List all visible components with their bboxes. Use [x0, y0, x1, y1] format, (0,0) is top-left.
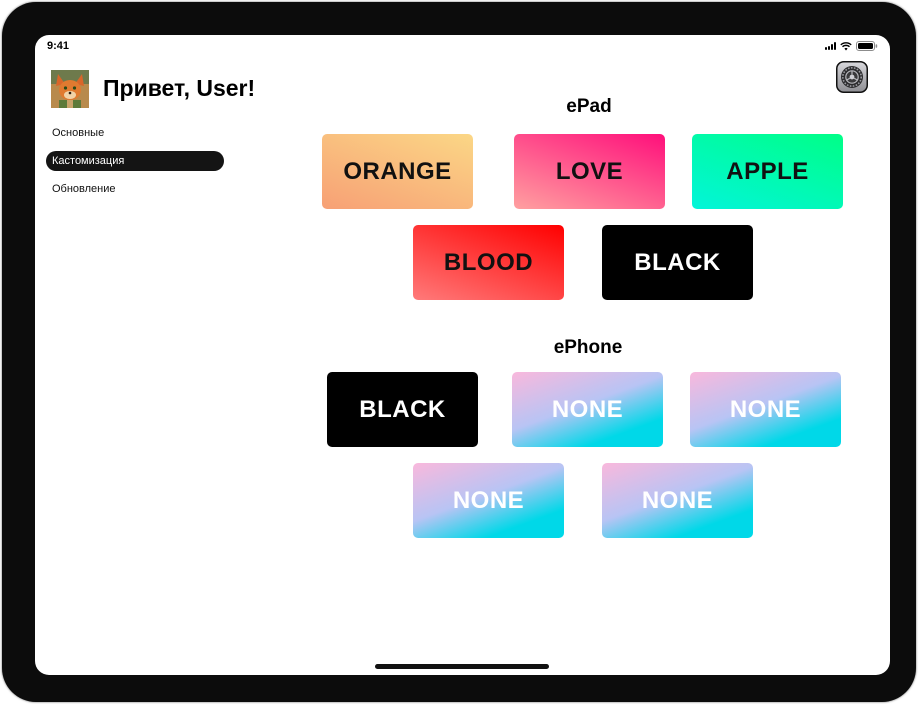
- screen: 9:41 Привет, User! Основные Кастомизация…: [35, 35, 890, 675]
- theme-tile-ephone-none-1[interactable]: NONE: [512, 372, 663, 447]
- theme-tile-epad-love[interactable]: LOVE: [514, 134, 665, 209]
- theme-tile-label: NONE: [641, 486, 714, 514]
- theme-tile-label: LOVE: [555, 157, 624, 185]
- wifi-icon: [840, 41, 852, 51]
- theme-tile-epad-apple[interactable]: APPLE: [692, 134, 843, 209]
- theme-tile-label: BLOOD: [443, 248, 534, 276]
- theme-tile-label: NONE: [452, 486, 525, 514]
- home-indicator[interactable]: [375, 664, 549, 669]
- gear-icon: [836, 61, 868, 93]
- section-title-epad: ePad: [566, 96, 612, 117]
- theme-tile-label: ORANGE: [343, 157, 452, 185]
- theme-tile-ephone-black[interactable]: BLACK: [327, 372, 478, 447]
- status-indicators: [825, 41, 878, 51]
- avatar: [51, 70, 89, 108]
- theme-tile-label: APPLE: [726, 157, 809, 185]
- section-title-ephone: ePhone: [553, 337, 623, 358]
- battery-icon: [856, 41, 878, 51]
- sidebar-item-update[interactable]: Обновление: [46, 179, 224, 199]
- theme-tile-ephone-none-2[interactable]: NONE: [690, 372, 841, 447]
- theme-tile-label: BLACK: [634, 248, 721, 276]
- theme-tile-epad-orange[interactable]: ORANGE: [322, 134, 473, 209]
- sidebar-item-customization[interactable]: Кастомизация: [46, 151, 224, 171]
- sidebar: Основные Кастомизация Обновление: [46, 123, 224, 207]
- theme-tile-ephone-none-3[interactable]: NONE: [413, 463, 564, 538]
- theme-tile-label: NONE: [729, 395, 802, 423]
- ipad-frame: 9:41 Привет, User! Основные Кастомизация…: [2, 2, 916, 702]
- theme-tile-label: NONE: [551, 395, 624, 423]
- theme-tile-label: BLACK: [359, 395, 446, 423]
- theme-tile-ephone-none-4[interactable]: NONE: [602, 463, 753, 538]
- page-title: Привет, User!: [103, 75, 256, 101]
- theme-tile-epad-blood[interactable]: BLOOD: [413, 225, 564, 300]
- signal-icon: [825, 42, 836, 50]
- status-time: 9:41: [47, 40, 70, 52]
- sidebar-item-basic[interactable]: Основные: [46, 123, 224, 143]
- settings-button[interactable]: [836, 61, 868, 93]
- theme-tile-epad-black[interactable]: BLACK: [602, 225, 753, 300]
